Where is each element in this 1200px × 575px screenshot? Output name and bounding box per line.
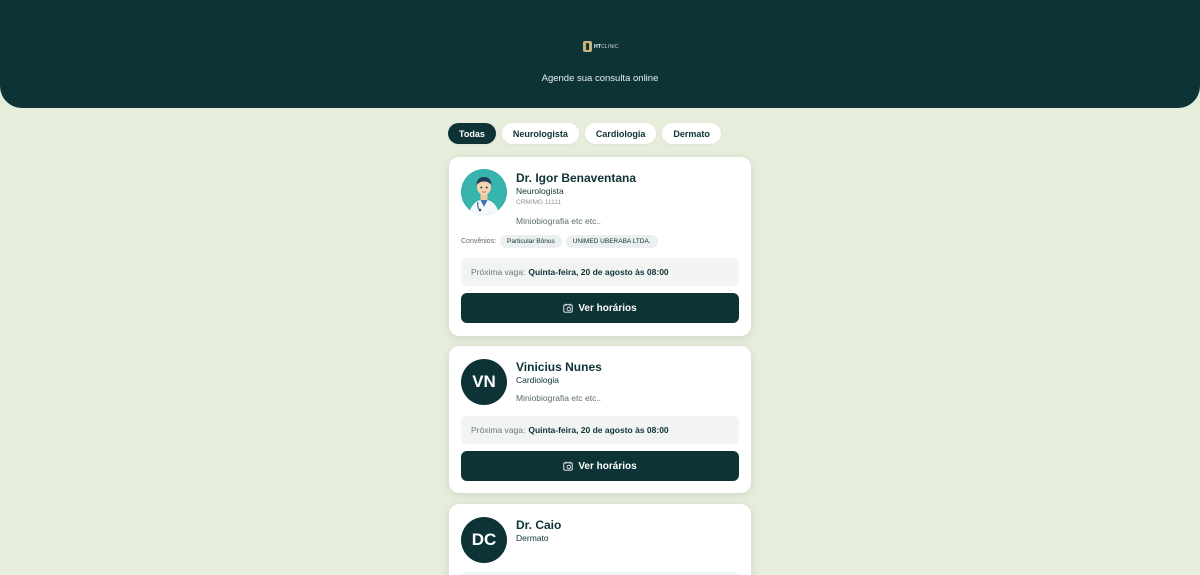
doctor-crm: CRM/MG 11111: [516, 199, 562, 206]
doctor-bio: Miniobiografia etc etc..: [516, 216, 602, 226]
doctor-photo-icon: [461, 169, 507, 215]
next-slot-box: Próxima vaga: Quinta-feira, 20 de agosto…: [461, 258, 739, 286]
ver-horarios-button[interactable]: Ver horários: [461, 293, 739, 323]
doctor-initials-avatar: VN: [461, 359, 507, 405]
calendar-clock-icon: [563, 303, 573, 313]
filter-dermato[interactable]: Dermato: [662, 123, 721, 144]
specialty-filters: Todas Neurologista Cardiologia Dermato: [448, 123, 721, 144]
convenios-label: Convênios:: [461, 238, 497, 245]
doctor-specialty: Cardiologia: [516, 375, 559, 385]
doctor-name[interactable]: Dr. Igor Benaventana: [516, 171, 636, 185]
next-slot-box: Próxima vaga: Quinta-feira, 20 de agosto…: [461, 416, 739, 444]
doctor-name[interactable]: Vinicius Nunes: [516, 360, 602, 374]
next-slot-value: Quinta-feira, 20 de agosto às 08:00: [528, 425, 669, 435]
doctor-card: VN Vinicius Nunes Cardiologia Miniobiogr…: [449, 346, 751, 493]
convenios-row: Convênios: Particular Bônus UNIMED UBERA…: [461, 235, 658, 248]
ver-horarios-label: Ver horários: [578, 460, 637, 472]
convenio-tag: UNIMED UBERABA LTDA.: [565, 235, 658, 248]
next-slot-value: Quinta-feira, 20 de agosto às 08:00: [528, 267, 669, 277]
doctor-specialty: Neurologista: [516, 186, 564, 196]
convenio-tag: Particular Bônus: [500, 235, 562, 248]
logo-mark-icon: [583, 41, 592, 52]
header-banner: HTCLINIC Agende sua consulta online: [0, 0, 1200, 108]
filter-neurologista[interactable]: Neurologista: [501, 123, 579, 144]
filter-cardiologia[interactable]: Cardiologia: [584, 123, 657, 144]
next-slot-label: Próxima vaga:: [471, 267, 526, 277]
ver-horarios-button[interactable]: Ver horários: [461, 451, 739, 481]
filter-todas[interactable]: Todas: [448, 123, 496, 144]
next-slot-label: Próxima vaga:: [471, 425, 526, 435]
clinic-logo[interactable]: HTCLINIC: [583, 41, 619, 52]
doctor-bio: Miniobiografia etc etc..: [516, 393, 602, 403]
calendar-clock-icon: [563, 461, 573, 471]
doctor-card: DC Dr. Caio Dermato: [449, 504, 751, 575]
logo-thin-text: CLINIC: [601, 43, 619, 50]
page-subtitle: Agende sua consulta online: [541, 73, 659, 84]
doctor-name[interactable]: Dr. Caio: [516, 518, 561, 532]
ver-horarios-label: Ver horários: [578, 302, 637, 314]
doctor-specialty: Dermato: [516, 533, 549, 543]
doctor-card: Dr. Igor Benaventana Neurologista CRM/MG…: [449, 157, 751, 336]
doctor-initials-avatar: DC: [461, 517, 507, 563]
